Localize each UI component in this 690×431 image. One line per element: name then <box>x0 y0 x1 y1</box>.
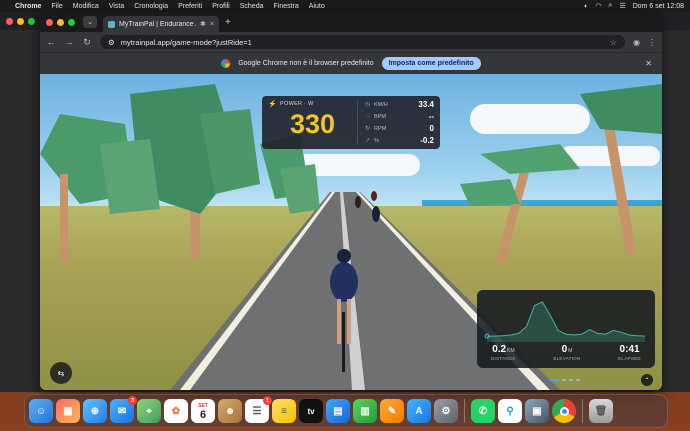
elapsed-stat: 0:41 ELAPSED <box>618 344 641 361</box>
power-value: 330 <box>289 109 336 139</box>
menu-app-name[interactable]: Chrome <box>15 3 41 10</box>
audio-icon[interactable]: ✱ <box>200 20 206 28</box>
new-tab-button[interactable]: + <box>225 17 231 28</box>
power-hud: ⚡ POWER · W 330 ◷ KM/H 33.4 ♡ BPM -- ↻ R… <box>262 96 440 149</box>
set-default-button[interactable]: Imposta come predefinito <box>381 57 481 70</box>
distance-stat: 0.2KM DISTANCE <box>491 344 516 361</box>
heart-rate-row: ♡ BPM -- <box>365 112 434 121</box>
grade-value: -0.2 <box>420 136 434 145</box>
elevation-profile-chart <box>484 301 646 342</box>
tab-bar: ⌄ MyTrainPal | Endurance A ✱ × + <box>40 12 662 32</box>
speed-icon: ◷ <box>365 102 371 108</box>
favicon-icon <box>108 20 115 28</box>
menu-history[interactable]: Cronologia <box>134 3 168 10</box>
menu-bookmarks[interactable]: Preferiti <box>178 3 202 10</box>
elevation-stat: 0M ELEVATION <box>553 344 581 361</box>
bookmark-star-icon[interactable]: ☆ <box>610 38 617 47</box>
keynote-icon[interactable]: ▤ <box>326 399 350 423</box>
finder-icon[interactable]: ☺ <box>29 399 53 423</box>
forward-arrow-icon[interactable]: → <box>64 37 74 47</box>
infobar-message: Google Chrome non è il browser predefini… <box>238 60 374 67</box>
trash-icon[interactable]: 🗑 <box>589 399 613 423</box>
grade-icon: ↗ <box>365 138 371 144</box>
heart-rate-value: -- <box>428 112 434 121</box>
elevation-line <box>487 301 646 337</box>
maps-icon[interactable]: ⌖ <box>137 399 161 423</box>
app-store-icon[interactable]: A <box>407 399 431 423</box>
heart-icon: ♡ <box>365 114 371 120</box>
browser-toolbar: ← → ↻ ⚙ mytrainpal.app/game-mode?justRid… <box>40 32 662 52</box>
reload-icon[interactable]: ↻ <box>82 37 92 48</box>
status-icon[interactable]: ◐ <box>584 3 588 10</box>
address-bar[interactable]: ⚙ mytrainpal.app/game-mode?justRide=1 ☆ <box>100 35 626 49</box>
speed-row: ◷ KM/H 33.4 <box>365 100 434 109</box>
site-info-icon[interactable]: ⚙ <box>108 38 115 47</box>
menu-help[interactable]: Aiuto <box>309 3 325 10</box>
infobar-close-icon[interactable]: ✕ <box>645 59 652 68</box>
cadence-value: 0 <box>429 124 434 133</box>
url-text[interactable]: mytrainpal.app/game-mode?justRide=1 <box>121 38 252 47</box>
control-center-icon[interactable]: ☰ <box>619 2 625 10</box>
power-label: ⚡ POWER · W <box>268 101 314 108</box>
menu-profiles[interactable]: Profili <box>212 3 230 10</box>
dock: ☺ ▦ ⊕ ✉ 3 ⌖ ✿ SET 6 ☻ ☰ 1 ≡ tv ▤ ▥ ✎ A ⚙ ✆… <box>24 394 668 428</box>
launchpad-icon[interactable]: ▦ <box>56 399 80 423</box>
menu-window[interactable]: Finestra <box>274 3 299 10</box>
pages-icon[interactable]: ✎ <box>380 399 404 423</box>
dock-separator <box>464 399 465 423</box>
photos-icon[interactable]: ✿ <box>164 399 188 423</box>
tab-search-icon[interactable]: ⌄ <box>83 16 97 28</box>
menu-view[interactable]: Vista <box>109 3 124 10</box>
grade-row: ↗ % -0.2 <box>365 136 434 145</box>
chrome-logo-icon <box>221 59 231 68</box>
cadence-icon: ↻ <box>365 126 371 132</box>
pager-dot[interactable] <box>550 379 559 381</box>
chrome-icon[interactable] <box>552 399 576 423</box>
contacts-icon[interactable]: ☻ <box>218 399 242 423</box>
settings-toggle-button[interactable]: ⇆ <box>50 362 72 384</box>
close-window-button[interactable] <box>46 18 53 26</box>
mail-icon[interactable]: ✉ 3 <box>110 396 137 423</box>
calendar-icon[interactable]: SET 6 <box>191 399 215 423</box>
app-icon[interactable]: ⚲ <box>498 399 522 423</box>
notes-icon[interactable]: ≡ <box>272 399 296 423</box>
spotlight-icon[interactable]: ⌕ <box>608 2 612 10</box>
apple-tv-icon[interactable]: tv <box>299 399 323 423</box>
menu-tab[interactable]: Scheda <box>240 3 264 10</box>
menu-bar: Chrome File Modifica Vista Cronologia Pr… <box>0 0 690 12</box>
pager-dot[interactable] <box>569 379 573 381</box>
close-tab-icon[interactable]: × <box>210 21 214 28</box>
lightning-icon: ⚡ <box>268 101 278 108</box>
collapse-button[interactable]: ⌃ <box>641 374 653 386</box>
whatsapp-icon[interactable]: ✆ <box>471 399 495 423</box>
menu-kebab-icon[interactable]: ⋮ <box>648 38 656 47</box>
default-browser-infobar: Google Chrome non è il browser predefini… <box>40 52 662 74</box>
tab-mytrainpal[interactable]: MyTrainPal | Endurance A ✱ × <box>103 16 219 32</box>
pager-dot[interactable] <box>576 379 580 381</box>
zoom-window-button[interactable] <box>68 18 75 26</box>
minimize-window-button[interactable] <box>57 18 64 26</box>
system-settings-icon[interactable]: ⚙ <box>434 399 458 423</box>
back-arrow-icon[interactable]: ← <box>46 37 56 47</box>
wifi-icon[interactable]: ◠ <box>595 2 601 10</box>
safari-icon[interactable]: ⊕ <box>83 399 107 423</box>
profile-icon[interactable]: ◉ <box>633 38 640 47</box>
tab-title: MyTrainPal | Endurance A <box>119 20 197 28</box>
cadence-row: ↻ RPM 0 <box>365 124 434 133</box>
speed-value: 33.4 <box>418 100 434 109</box>
menu-edit[interactable]: Modifica <box>73 3 99 10</box>
dock-separator <box>582 399 583 423</box>
numbers-icon[interactable]: ▥ <box>353 399 377 423</box>
elevation-panel: 0.2KM DISTANCE 0M ELEVATION 0:41 ELAPSED <box>477 290 655 368</box>
view-pager[interactable] <box>550 379 580 381</box>
reminders-icon[interactable]: ☰ 1 <box>245 396 272 423</box>
pager-dot[interactable] <box>562 379 566 381</box>
menu-file[interactable]: File <box>51 3 62 10</box>
menubar-clock[interactable]: Dom 6 set 12:08 <box>633 3 684 10</box>
preview-icon[interactable]: ▣ <box>525 399 549 423</box>
elevation-area <box>487 301 645 342</box>
